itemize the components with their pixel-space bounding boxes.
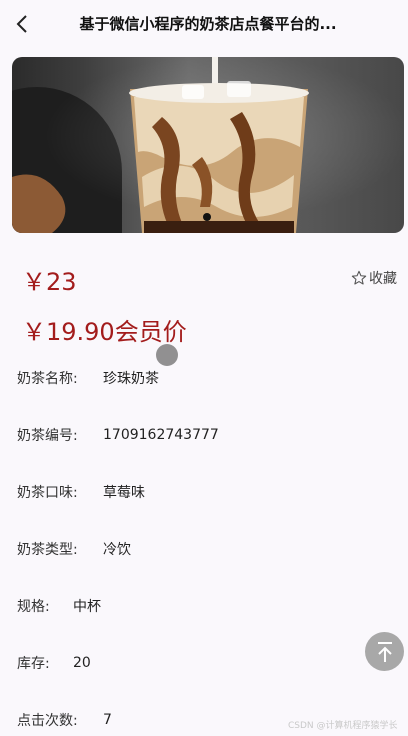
arrow-up-to-top-icon	[377, 641, 392, 662]
collect-label: 收藏	[369, 271, 397, 287]
detail-row-spec: 规格: 中杯	[17, 596, 101, 616]
carousel-indicator-dot[interactable]	[203, 213, 211, 221]
detail-value: 珍珠奶茶	[103, 371, 159, 387]
detail-row-name: 奶茶名称: 珍珠奶茶	[17, 368, 159, 388]
detail-row-type: 奶茶类型: 冷饮	[17, 539, 131, 559]
detail-label: 奶茶名称:	[17, 371, 78, 387]
back-to-top-button[interactable]	[365, 632, 404, 671]
star-outline-icon	[351, 270, 367, 285]
collect-button[interactable]: 收藏	[351, 268, 397, 288]
detail-row-code: 奶茶编号: 1709162743777	[17, 425, 219, 445]
detail-value: 7	[103, 712, 112, 728]
detail-row-clicks: 点击次数: 7	[17, 710, 112, 730]
detail-label: 奶茶编号:	[17, 428, 78, 444]
detail-label: 奶茶类型:	[17, 542, 78, 558]
detail-row-flavor: 奶茶口味: 草莓味	[17, 482, 145, 502]
milk-tea-image	[12, 57, 309, 233]
product-price: ￥23	[22, 268, 77, 296]
detail-value: 1709162743777	[103, 427, 219, 443]
detail-label: 点击次数:	[17, 713, 78, 729]
page-title: 基于微信小程序的奶茶店点餐平台的...	[79, 15, 337, 33]
header-bar: 基于微信小程序的奶茶店点餐平台的...	[0, 0, 408, 48]
back-button[interactable]	[8, 10, 36, 38]
detail-value: 中杯	[73, 599, 101, 615]
detail-label: 奶茶口味:	[17, 485, 78, 501]
detail-value: 20	[73, 655, 91, 671]
touch-indicator	[156, 344, 178, 366]
detail-label: 规格:	[17, 599, 50, 615]
detail-value: 草莓味	[103, 485, 145, 501]
detail-label: 库存:	[17, 656, 50, 672]
detail-value: 冷饮	[103, 542, 131, 558]
product-image-carousel[interactable]	[12, 57, 404, 233]
watermark: CSDN @计算机程序猿学长	[288, 721, 398, 731]
detail-row-stock: 库存: 20	[17, 653, 91, 673]
chevron-left-icon	[16, 15, 27, 33]
member-price: ￥19.90会员价	[22, 318, 187, 346]
